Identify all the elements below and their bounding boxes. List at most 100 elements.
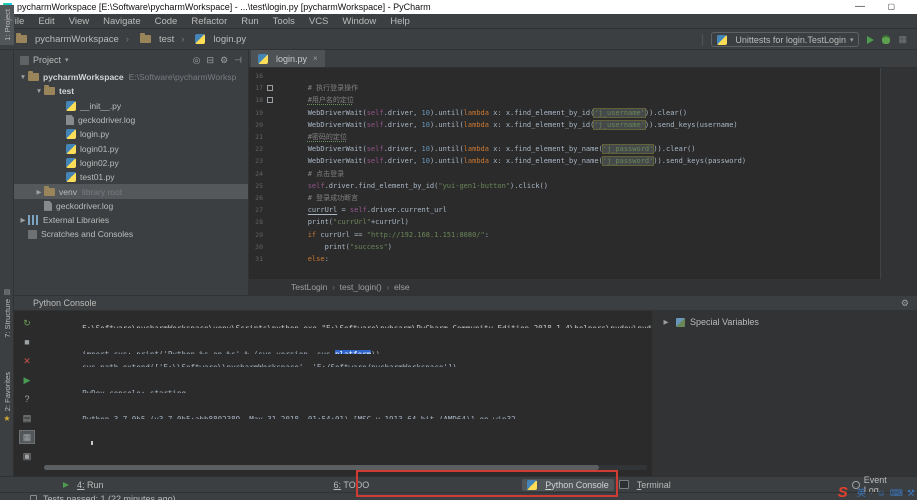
help-icon[interactable]: ? <box>20 393 34 405</box>
code-token: .driver.current_url <box>366 206 447 215</box>
sogou-tool-icon[interactable]: · <box>870 488 873 498</box>
tree-item[interactable]: login02.py <box>14 156 248 170</box>
tool-window-tab-project[interactable]: 1: Project <box>0 5 14 45</box>
tree-item[interactable]: geckodriver.log <box>14 113 248 127</box>
menu-item[interactable]: Code <box>148 16 185 27</box>
coverage-button[interactable]: ▦ <box>898 34 907 45</box>
console-token: platform <box>335 350 372 354</box>
tree-item[interactable]: ▶ venv library root <box>14 184 248 199</box>
tree-item[interactable]: login01.py <box>14 141 248 155</box>
editor-tab-login-py[interactable]: login.py × <box>251 50 325 67</box>
hide-panel-icon[interactable]: ⊣ <box>234 55 242 66</box>
sogou-tool-icon[interactable]: ⚒ <box>907 488 915 498</box>
menu-item[interactable]: View <box>62 16 96 27</box>
sogou-logo-icon[interactable]: S <box>838 485 848 500</box>
minimize-button[interactable]: — <box>855 0 865 14</box>
settings-icon[interactable]: ⚙ <box>220 55 228 66</box>
close-tab-icon[interactable]: × <box>313 54 318 63</box>
tool-window-tab-favorites[interactable]: 2: Favorites ★ <box>0 372 14 423</box>
tree-item[interactable]: Scratches and Consoles <box>14 227 248 241</box>
breadcrumb-item[interactable]: TestLogin <box>291 282 327 292</box>
console-token: sys.path.extend(['E:\\Software\\pycharmW… <box>82 363 457 367</box>
menu-item[interactable]: Navigate <box>96 16 148 27</box>
execute-icon[interactable]: ▶ <box>20 374 34 386</box>
tree-item-icon <box>66 172 76 183</box>
line-number: 21 <box>255 133 263 142</box>
menu-item[interactable]: Edit <box>31 16 61 27</box>
tree-item-icon <box>66 100 76 111</box>
tool-window-button-icon <box>63 481 69 488</box>
tree-item[interactable]: ▶ External Libraries <box>14 213 248 227</box>
run-button[interactable] <box>867 35 875 44</box>
code-token: 'j_password' <box>602 157 654 166</box>
menu-item[interactable]: VCS <box>302 16 336 27</box>
console-settings-icon[interactable]: ▤ <box>20 412 34 424</box>
sogou-tool-icon[interactable]: 英 <box>857 488 866 498</box>
tree-item-label: test <box>59 86 75 97</box>
stop-icon[interactable]: ■ <box>20 336 34 348</box>
console-header: Python Console ⚙ <box>14 296 917 311</box>
sogou-tool-icon[interactable]: ☺ <box>877 488 886 498</box>
tree-item[interactable]: ▼ test <box>14 84 248 98</box>
tool-window-tab-structure[interactable]: ▤ 7: Structure <box>0 288 14 338</box>
menu-item[interactable]: Window <box>335 16 383 27</box>
code-editor[interactable]: 16 17 # 执行登录操作 18 #用户名的定位 19 WebDriverWa… <box>249 68 880 279</box>
menu-item[interactable]: Help <box>383 16 417 27</box>
gear-icon[interactable]: ⚙ <box>901 298 909 309</box>
tree-expand-arrow[interactable]: ▼ <box>18 74 28 81</box>
menu-item[interactable]: Tools <box>266 16 302 27</box>
navbar-item[interactable]: login.py <box>174 34 246 45</box>
breadcrumb-item[interactable]: test_login() <box>327 282 382 292</box>
tree-item-label: test01.py <box>80 172 115 183</box>
sogou-tool-icon[interactable]: ⌨ <box>890 488 903 498</box>
test-status-icon <box>30 495 37 500</box>
close-console-icon[interactable]: ✕ <box>20 355 34 367</box>
tool-window-button[interactable]: 4: Run <box>58 479 109 491</box>
code-line: 21 #密码的定位 <box>249 131 880 143</box>
editor-scrollbar-stripe[interactable] <box>880 68 917 279</box>
code-token: = <box>337 206 350 215</box>
tree-item[interactable]: test01.py <box>14 170 248 184</box>
navbar-item[interactable]: pycharmWorkspace <box>16 33 119 45</box>
tree-expand-arrow[interactable]: ▶ <box>34 188 44 196</box>
breadcrumb-item[interactable]: else <box>382 282 410 292</box>
code-token: 10 <box>421 157 430 166</box>
tree-expand-arrow[interactable]: ▶ <box>18 216 28 224</box>
tree-item[interactable]: __init__.py <box>14 99 248 113</box>
collapse-all-icon[interactable]: ⊟ <box>207 55 215 66</box>
special-variables-node[interactable]: ▶ Special Variables <box>661 317 917 327</box>
tree-item[interactable]: login.py <box>14 127 248 141</box>
navbar-item[interactable]: test <box>119 33 174 45</box>
project-panel-title[interactable]: Project <box>33 55 61 65</box>
run-configuration-select[interactable]: Unittests for login.TestLogin ▾ <box>711 32 860 47</box>
menu-item[interactable]: Refactor <box>184 16 234 27</box>
scroll-to-end-icon[interactable]: ▣ <box>20 450 34 462</box>
window-title: pycharmWorkspace [E:\Software\pycharmWor… <box>17 2 431 12</box>
tree-item[interactable]: geckodriver.log <box>14 199 248 213</box>
tree-item-icon <box>28 215 39 226</box>
tree-item[interactable]: ▼ pycharmWorkspace E:\Software\pycharmWo… <box>14 70 248 84</box>
chevron-down-icon: ▾ <box>849 36 854 44</box>
maximize-button[interactable]: ▢ <box>887 0 895 14</box>
tree-item-label: pycharmWorkspace <box>43 72 124 83</box>
title-bar: pycharmWorkspace [E:\Software\pycharmWor… <box>0 0 917 14</box>
project-panel-header: Project ▾ ◎ ⊟ ⚙ ⊣ <box>14 50 248 70</box>
debug-button[interactable] <box>882 35 891 44</box>
tool-window-button[interactable]: Terminal <box>614 479 676 491</box>
code-token: x: x.find_element_by_name( <box>493 157 603 166</box>
tree-expand-arrow[interactable]: ▼ <box>34 88 44 95</box>
menu-item[interactable]: Run <box>234 16 265 27</box>
console-output[interactable]: E:\Software\pycharmWorkspace\venv\Script… <box>40 311 652 476</box>
code-token: ).until( <box>429 120 464 129</box>
expand-arrow-icon[interactable]: ▶ <box>661 318 671 326</box>
favorites-star-icon: ★ <box>3 414 11 424</box>
chevron-down-icon[interactable]: ▾ <box>65 56 69 64</box>
console-token: PyDev console: starting. <box>82 389 190 393</box>
navbar-item-icon <box>139 33 151 43</box>
code-token: self <box>366 108 384 117</box>
code-token: ).until( <box>429 108 464 117</box>
locate-icon[interactable]: ◎ <box>193 55 201 66</box>
rerun-console-icon[interactable]: ↻ <box>20 317 34 329</box>
show-variables-icon[interactable]: ▦ <box>20 431 34 443</box>
